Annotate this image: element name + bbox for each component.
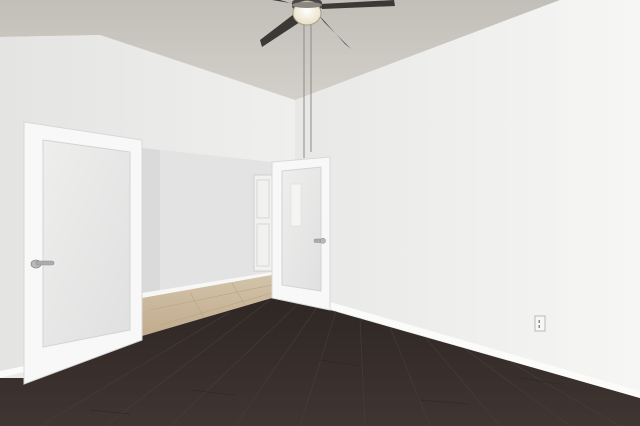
outlet-slot — [538, 325, 540, 328]
wall-outlet — [534, 315, 546, 332]
right-door-handle[interactable] — [313, 237, 326, 244]
right-door-frosted-glass — [281, 166, 322, 292]
empty-room-photo — [0, 0, 640, 426]
right-door-glass-reflection — [290, 183, 302, 227]
hallway-far-wall — [142, 148, 272, 296]
outlet-slot — [538, 320, 540, 323]
hallway-side-wall — [142, 148, 160, 296]
fan-light-ring — [292, 2, 322, 8]
left-door-frosted-glass — [42, 139, 131, 348]
